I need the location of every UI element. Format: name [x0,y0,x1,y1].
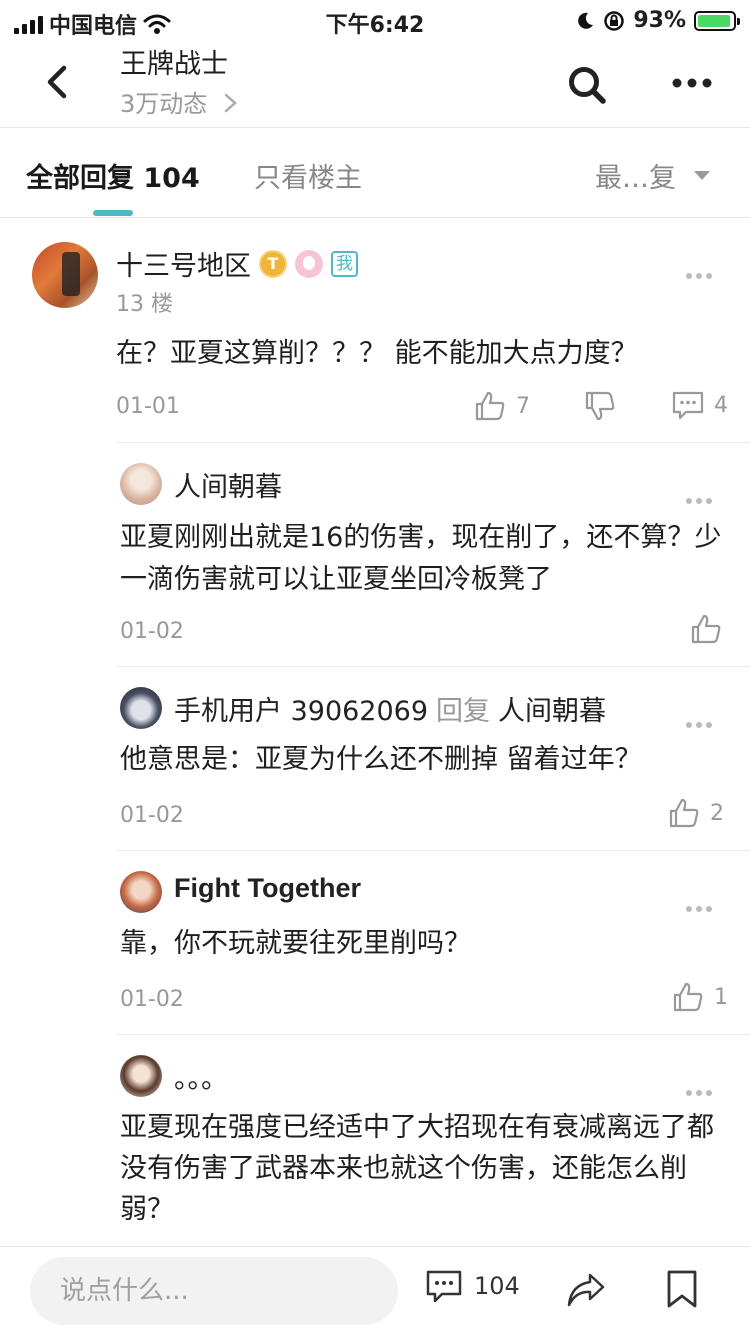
nav-header: 王牌战士 3万动态 [0,40,750,128]
reply-more-icon[interactable] [686,713,716,728]
reply-date: 01-02 [120,803,184,828]
reply-more-icon[interactable] [686,1081,716,1096]
comment-more-icon[interactable] [686,264,716,279]
like-count: 1 [714,984,728,1010]
reply-author[interactable]: 。。。 [174,1057,228,1096]
reply-more-icon[interactable] [686,489,716,504]
reply-date: 01-02 [120,987,184,1012]
username: 十三号地区 [116,251,251,282]
comment-text: 在？亚夏这算削？？？ 能不能加大点力度？ [116,338,638,369]
sort-label: 最…复 [595,163,676,194]
username: 手机用户 39062069 [174,696,429,727]
bottom-bar: 104 [0,1246,750,1334]
me-badge: 我 [331,250,358,277]
username: 人间朝暮 [174,472,282,503]
level-badge-icon: T [259,249,287,278]
reply-item: 。。。 亚夏现在强度已经适中了大招现在有衰减离远了都没有伤害了武器本来也就这个伤… [116,1034,750,1246]
bottom-comment-count: 104 [474,1272,520,1300]
like-button[interactable]: 7 [474,390,530,422]
comment-count: 4 [714,392,728,418]
fan-badge-icon [295,249,323,278]
chevron-right-icon [224,93,237,113]
battery-percent: 93% [633,8,686,33]
avatar[interactable] [120,687,162,729]
thumbs-up-icon [475,391,505,421]
battery-icon [694,10,740,31]
forum-subtitle[interactable]: 3万动态 [120,84,239,119]
reply-author[interactable]: 手机用户 39062069 回复 人间朝暮 [174,689,606,728]
reply-item: Fight Together 靠，你不玩就要往死里削吗？ 01-02 1 [116,850,750,1034]
comment-date: 01-01 [116,394,180,419]
reply-text: 亚夏刚刚出就是16的伤害，现在削了，还不算？少一滴伤害就可以让亚夏坐回冷板凳了 [120,522,722,595]
avatar[interactable] [32,242,98,308]
like-button[interactable] [690,613,722,645]
like-button[interactable]: 1 [672,981,728,1013]
reply-text: 亚夏现在强度已经适中了大招现在有衰减离远了都没有伤害了武器本来也就这个伤害，还能… [120,1112,714,1225]
comment-icon [672,391,704,420]
search-icon[interactable] [566,64,608,106]
comment-input-box[interactable] [30,1257,398,1325]
thumbs-up-icon [673,982,703,1012]
reply-to-label: 回复 [436,696,491,727]
forum-subtitle-text: 3万动态 [120,90,208,118]
active-tab-indicator [93,210,133,216]
more-icon[interactable] [670,68,714,98]
reply-author[interactable]: Fight Together [174,873,361,904]
comment-icon [426,1270,462,1303]
floor-number: 13 楼 [116,292,173,317]
username: 。。。 [174,1064,228,1095]
tab-owner-only[interactable]: 只看楼主 [254,156,362,195]
comment-author[interactable]: 十三号地区 T 我 [116,244,358,283]
reply-to-user[interactable]: 人间朝暮 [498,696,606,727]
reply-more-icon[interactable] [686,897,716,912]
thumbs-down-icon [585,391,615,421]
avatar[interactable] [120,1055,162,1097]
like-button[interactable]: 2 [668,797,724,829]
comment-button[interactable]: 4 [672,390,728,420]
status-bar: 中国电信 下午6:42 93% [0,0,750,40]
reply-item: 人间朝暮 亚夏刚刚出就是16的伤害，现在削了，还不算？少一滴伤害就可以让亚夏坐回… [116,442,750,666]
comments-button[interactable]: 104 [426,1269,520,1303]
moon-icon [578,12,594,29]
username: Fight Together [174,873,361,903]
status-right: 93% [575,8,740,33]
reply-text: 靠，你不玩就要往死里削吗？ [120,928,471,959]
share-icon[interactable] [566,1271,606,1309]
reply-author[interactable]: 人间朝暮 [174,465,282,504]
avatar[interactable] [120,871,162,913]
rotation-lock-icon [604,10,625,31]
reply-text: 他意思是：亚夏为什么还不删掉 留着过年？ [120,744,642,775]
like-count: 2 [710,800,724,826]
dislike-button[interactable] [584,390,616,422]
back-icon[interactable] [38,62,78,102]
like-count: 7 [516,393,530,419]
thumbs-up-icon [669,798,699,828]
tab-all-replies[interactable]: 全部回复 104 [26,156,200,195]
reply-item: 手机用户 39062069 回复 人间朝暮 他意思是：亚夏为什么还不删掉 留着过年？… [116,666,750,850]
thumbs-up-icon [691,614,721,644]
bookmark-icon[interactable] [666,1269,698,1309]
comment-input[interactable] [30,1257,398,1325]
reply-tabs: 全部回复 104 只看楼主 最…复 [0,128,750,218]
forum-title[interactable]: 王牌战士 [120,42,228,81]
caret-down-icon [694,171,710,180]
avatar[interactable] [120,463,162,505]
sort-dropdown[interactable]: 最…复 [595,156,710,195]
reply-date: 01-02 [120,619,184,644]
